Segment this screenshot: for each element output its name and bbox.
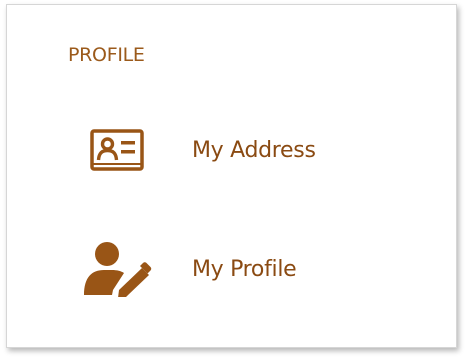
- section-title: PROFILE: [68, 44, 145, 66]
- user-edit-icon: [77, 241, 157, 297]
- profile-menu-card: PROFILE My Address My Profile: [6, 4, 457, 348]
- menu-item-label: My Profile: [192, 256, 297, 282]
- menu-item-my-profile[interactable]: My Profile: [77, 239, 407, 299]
- menu-item-label: My Address: [192, 137, 316, 163]
- address-card-icon: [77, 128, 157, 172]
- menu-item-my-address[interactable]: My Address: [77, 120, 407, 180]
